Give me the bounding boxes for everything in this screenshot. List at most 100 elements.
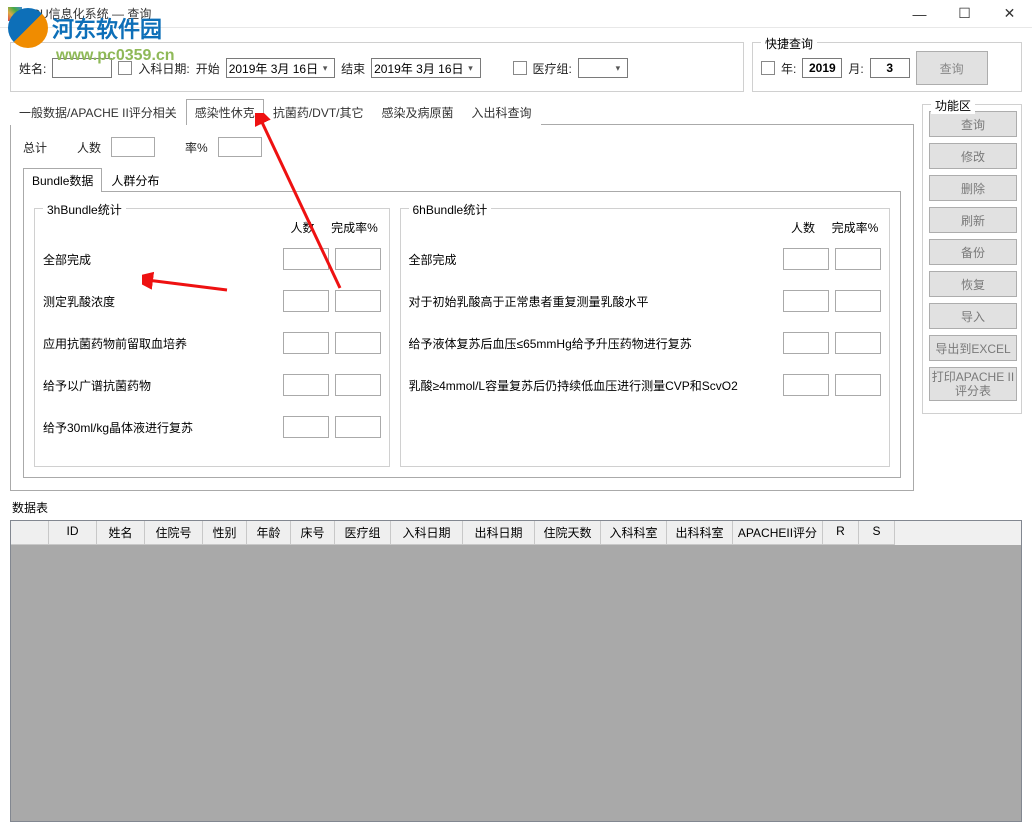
tab-infection[interactable]: 感染及病原菌: [372, 99, 462, 125]
bundle-6h-col2: 完成率%: [829, 219, 881, 236]
bundle-3h-col1: 人数: [277, 219, 329, 236]
bundle-3h-rate: [335, 332, 381, 354]
admit-date-label: 入科日期:: [138, 60, 189, 77]
bundle-3h-col2: 完成率%: [329, 219, 381, 236]
grid-col-13[interactable]: R: [823, 521, 859, 545]
bundle-3h-row: 全部完成: [43, 248, 381, 270]
app-icon: [8, 7, 22, 21]
bundle-3h-label: 给予30ml/kg晶体液进行复苏: [43, 419, 277, 436]
window-title: ICU信息化系统 — 查询: [28, 5, 897, 22]
bundle-3h-count: [283, 290, 329, 312]
total-count-label: 人数: [77, 139, 101, 156]
tab-septic-shock[interactable]: 感染性休克: [186, 99, 264, 125]
grid-col-14[interactable]: S: [859, 521, 895, 545]
side-btn-2[interactable]: 删除: [929, 175, 1017, 201]
bundle-6h-label: 乳酸≥4mmol/L容量复苏后仍持续低血压进行测量CVP和ScvO2: [409, 377, 778, 394]
grid-col-4[interactable]: 年龄: [247, 521, 291, 545]
bundle-3h-label: 全部完成: [43, 251, 277, 268]
side-btn-1[interactable]: 修改: [929, 143, 1017, 169]
grid-col-2[interactable]: 住院号: [145, 521, 203, 545]
data-grid[interactable]: ID姓名住院号性别年龄床号医疗组入科日期出科日期住院天数入科科室出科科室APAC…: [10, 520, 1022, 822]
close-button[interactable]: ✕: [987, 0, 1032, 28]
titlebar: ICU信息化系统 — 查询 — ☐ ✕: [0, 0, 1032, 28]
bundle-3h-label: 给予以广谱抗菌药物: [43, 377, 277, 394]
grid-rowheader: [11, 521, 49, 545]
bundle-6h-rate: [835, 290, 881, 312]
grid-col-6[interactable]: 医疗组: [335, 521, 391, 545]
bundle-3h-count: [283, 416, 329, 438]
grid-col-0[interactable]: ID: [49, 521, 97, 545]
start-date-picker[interactable]: 2019年 3月 16日▾: [226, 58, 335, 78]
bundle-6h-label: 全部完成: [409, 251, 778, 268]
bundle-6h-row: 给予液体复苏后血压≤65mmHg给予升压药物进行复苏: [409, 332, 882, 354]
tab-content: 总计 人数 率% Bundle数据 人群分布 3hBundle统计: [10, 125, 914, 491]
quick-query-group: 快捷查询 年: 月: 查询: [752, 42, 1022, 92]
bundle-6h-rate: [835, 248, 881, 270]
year-input[interactable]: [802, 58, 842, 78]
tab-inout[interactable]: 入出科查询: [463, 99, 541, 125]
tab-antibiotic[interactable]: 抗菌药/DVT/其它: [264, 99, 373, 125]
name-input[interactable]: [52, 58, 112, 78]
bundle-3h-row: 测定乳酸浓度: [43, 290, 381, 312]
grid-col-1[interactable]: 姓名: [97, 521, 145, 545]
bundle-6h-count: [783, 290, 829, 312]
maximize-button[interactable]: ☐: [942, 0, 987, 28]
bundle-6h-rate: [835, 332, 881, 354]
side-btn-7[interactable]: 导出到EXCEL: [929, 335, 1017, 361]
bundle-3h-count: [283, 332, 329, 354]
group-select[interactable]: ▾: [578, 58, 628, 78]
bundle-3h-count: [283, 248, 329, 270]
end-date-picker[interactable]: 2019年 3月 16日▾: [371, 58, 480, 78]
bundle-6h-count: [783, 374, 829, 396]
total-label: 总计: [23, 139, 47, 156]
minimize-button[interactable]: —: [897, 0, 942, 28]
bundle-3h-rate: [335, 374, 381, 396]
total-row: 总计 人数 率%: [23, 137, 901, 157]
admit-date-checkbox[interactable]: [118, 61, 132, 75]
side-btn-6[interactable]: 导入: [929, 303, 1017, 329]
bundle-6h-row: 乳酸≥4mmol/L容量复苏后仍持续低血压进行测量CVP和ScvO2: [409, 374, 882, 396]
grid-col-5[interactable]: 床号: [291, 521, 335, 545]
quick-query-title: 快捷查询: [761, 35, 817, 52]
side-btn-4[interactable]: 备份: [929, 239, 1017, 265]
grid-col-7[interactable]: 入科日期: [391, 521, 463, 545]
bundle-3h-group: 3hBundle统计 人数 完成率% 全部完成测定乳酸浓度应用抗菌药物前留取血培…: [34, 208, 390, 467]
bundle-6h-row: 对于初始乳酸高于正常患者重复测量乳酸水平: [409, 290, 882, 312]
bundle-6h-group: 6hBundle统计 人数 完成率% 全部完成对于初始乳酸高于正常患者重复测量乳…: [400, 208, 891, 467]
subtab-bundle[interactable]: Bundle数据: [23, 168, 102, 192]
group-label: 医疗组:: [533, 60, 572, 77]
bundle-3h-row: 给予以广谱抗菌药物: [43, 374, 381, 396]
grid-col-8[interactable]: 出科日期: [463, 521, 535, 545]
month-label: 月:: [848, 60, 863, 77]
bundle-3h-label: 测定乳酸浓度: [43, 293, 277, 310]
subtab-content: 3hBundle统计 人数 完成率% 全部完成测定乳酸浓度应用抗菌药物前留取血培…: [23, 192, 901, 478]
side-btn-3[interactable]: 刷新: [929, 207, 1017, 233]
bundle-6h-count: [783, 248, 829, 270]
subtab-population[interactable]: 人群分布: [102, 168, 168, 192]
end-label: 结束: [341, 60, 365, 77]
side-btn-0[interactable]: 查询: [929, 111, 1017, 137]
grid-col-9[interactable]: 住院天数: [535, 521, 601, 545]
quick-query-button[interactable]: 查询: [916, 51, 988, 85]
group-checkbox[interactable]: [513, 61, 527, 75]
side-btn-5[interactable]: 恢复: [929, 271, 1017, 297]
side-btn-8[interactable]: 打印APACHE II评分表: [929, 367, 1017, 401]
bundle-6h-label: 对于初始乳酸高于正常患者重复测量乳酸水平: [409, 293, 778, 310]
bundle-3h-title: 3hBundle统计: [43, 201, 126, 218]
bundle-3h-rate: [335, 290, 381, 312]
start-label: 开始: [196, 60, 220, 77]
year-checkbox[interactable]: [761, 61, 775, 75]
grid-col-12[interactable]: APACHEII评分: [733, 521, 823, 545]
bundle-6h-rate: [835, 374, 881, 396]
year-label: 年:: [781, 60, 796, 77]
bundle-3h-rate: [335, 248, 381, 270]
grid-col-11[interactable]: 出科科室: [667, 521, 733, 545]
function-group: 功能区 查询修改删除刷新备份恢复导入导出到EXCEL打印APACHE II评分表: [922, 104, 1022, 414]
grid-col-3[interactable]: 性别: [203, 521, 247, 545]
tab-general[interactable]: 一般数据/APACHE II评分相关: [10, 99, 186, 125]
grid-col-10[interactable]: 入科科室: [601, 521, 667, 545]
filter-group: 姓名: 入科日期: 开始 2019年 3月 16日▾ 结束 2019年 3月 1…: [10, 42, 744, 92]
month-input[interactable]: [870, 58, 910, 78]
function-title: 功能区: [931, 97, 975, 114]
main-tabs: 一般数据/APACHE II评分相关 感染性休克 抗菌药/DVT/其它 感染及病…: [10, 98, 914, 125]
